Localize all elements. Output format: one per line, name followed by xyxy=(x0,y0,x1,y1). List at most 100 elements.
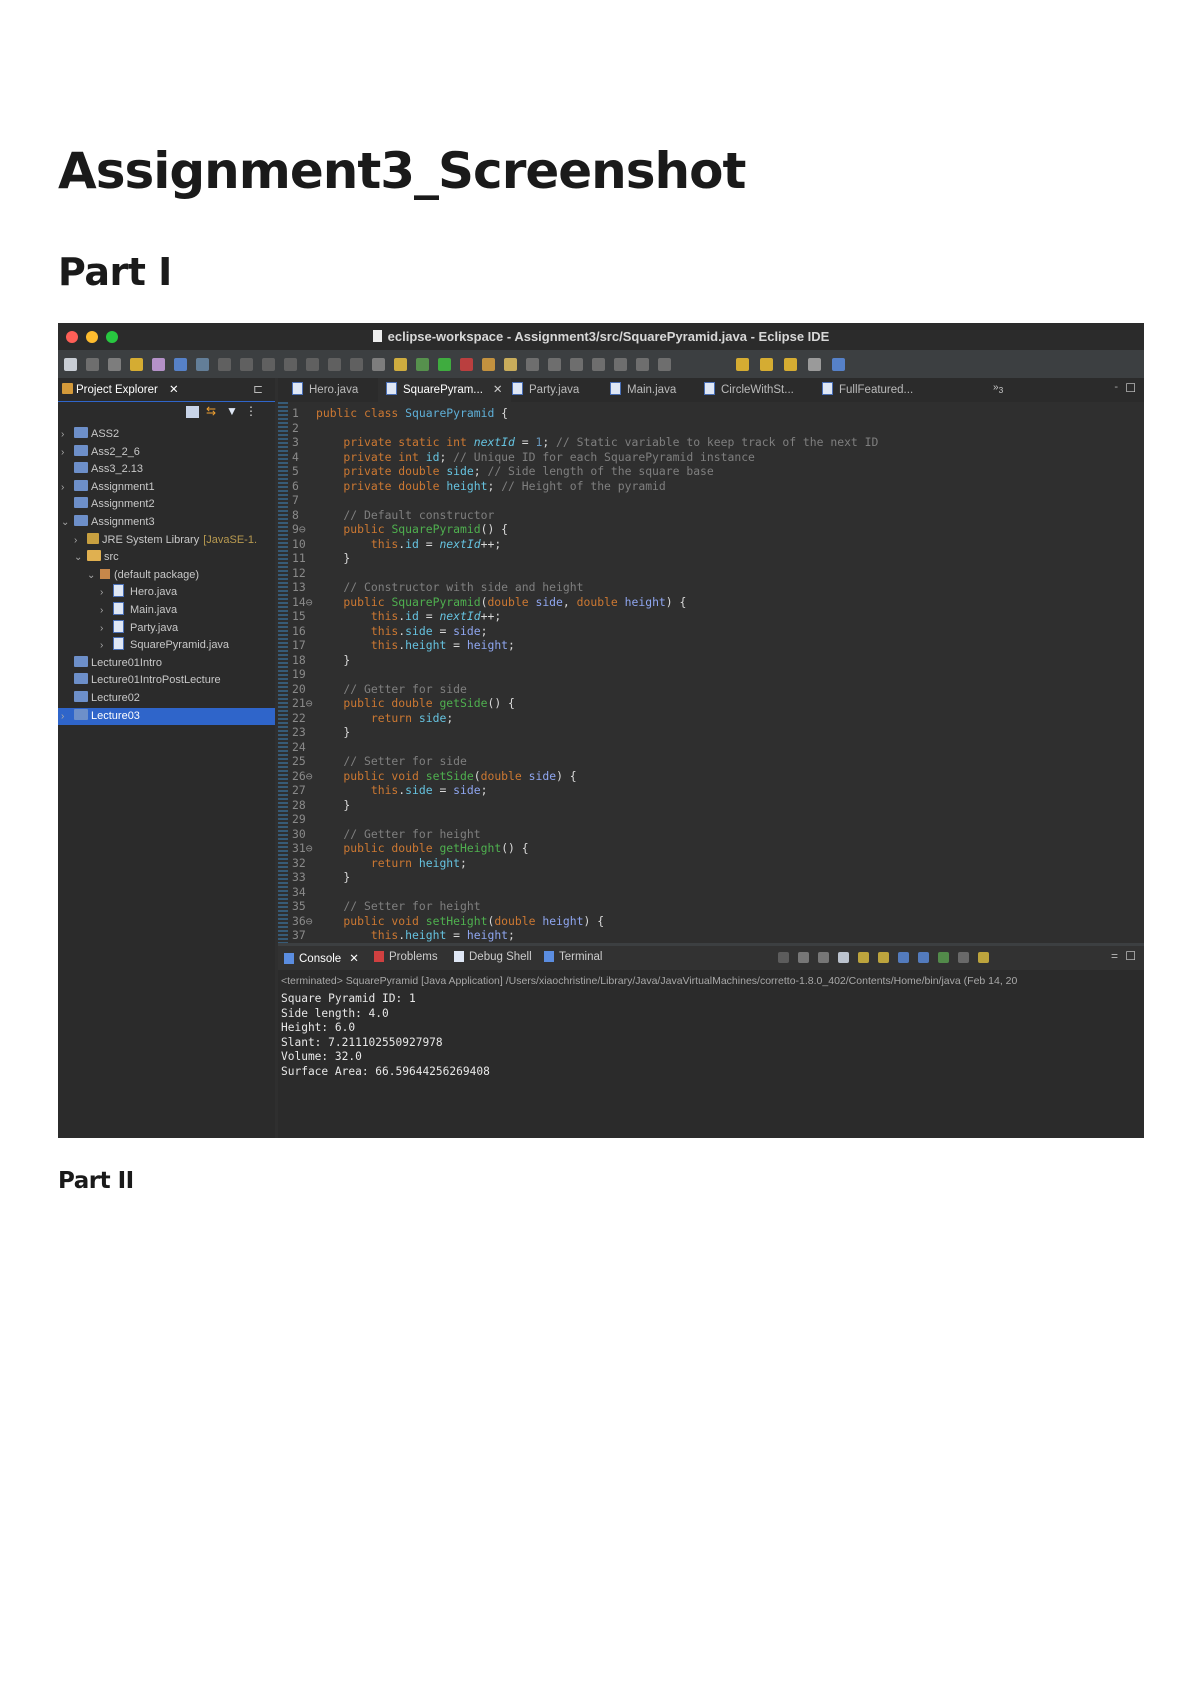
search-icon[interactable] xyxy=(504,358,517,371)
tree-item[interactable]: Lecture01Intro xyxy=(58,655,275,672)
collapse-all-icon[interactable] xyxy=(186,406,199,418)
editor-tab[interactable]: CircleWithSt... xyxy=(696,378,802,402)
tree-item[interactable]: › SquarePyramid.java xyxy=(58,637,275,654)
pin-icon[interactable] xyxy=(658,358,671,371)
show-stderr-icon[interactable] xyxy=(898,952,909,963)
tree-item[interactable]: Lecture02 xyxy=(58,690,275,707)
chevron-down-icon[interactable]: ⌄ xyxy=(74,549,82,566)
toggle-mark-icon[interactable] xyxy=(548,358,561,371)
chevron-right-icon[interactable]: › xyxy=(100,602,103,619)
tree-item[interactable]: › Ass2_2_6 xyxy=(58,444,275,461)
pin-console-icon[interactable] xyxy=(918,952,929,963)
chevron-down-icon[interactable]: ⌄ xyxy=(87,567,95,584)
back-icon[interactable] xyxy=(784,358,797,371)
tree-item[interactable]: Assignment2 xyxy=(58,496,275,513)
tree-item[interactable]: › Lecture03 xyxy=(58,707,275,725)
chevron-down-icon[interactable]: ⌄ xyxy=(61,514,69,531)
project-folder-icon xyxy=(74,427,88,438)
console-tab-debug-shell[interactable]: Debug Shell xyxy=(454,951,532,963)
tree-item[interactable]: ⌄ src xyxy=(58,549,275,566)
terminate-icon[interactable] xyxy=(262,358,275,371)
minimize-editor-icon[interactable]: ‐ xyxy=(1114,381,1118,393)
next-edit-icon[interactable] xyxy=(636,358,649,371)
last-edit-icon[interactable] xyxy=(614,358,627,371)
minimize-console-icon[interactable]: = xyxy=(1111,949,1118,963)
debug-icon[interactable] xyxy=(196,358,209,371)
step-into-icon[interactable] xyxy=(306,358,319,371)
scroll-lock-icon[interactable] xyxy=(838,952,849,963)
filter-icon[interactable]: ▼ xyxy=(226,404,238,418)
more-tabs-indicator[interactable]: »3 xyxy=(993,382,1003,395)
show-stdout-icon[interactable] xyxy=(878,952,889,963)
tree-item[interactable]: › JRE System Library [JavaSE-1. xyxy=(58,532,275,549)
save-all-icon[interactable] xyxy=(108,358,121,371)
forward-icon[interactable] xyxy=(808,358,821,371)
disconnect-icon[interactable] xyxy=(284,358,297,371)
terminate-icon[interactable] xyxy=(778,952,789,963)
console-tab-terminal[interactable]: Terminal xyxy=(544,951,602,963)
print-icon[interactable] xyxy=(174,358,187,371)
open-type-icon[interactable] xyxy=(482,358,495,371)
word-wrap-icon[interactable] xyxy=(858,952,869,963)
remove-launch-icon[interactable] xyxy=(798,952,809,963)
chevron-right-icon[interactable]: › xyxy=(100,620,103,637)
tab-project-explorer[interactable]: Project Explorer ✕ xyxy=(62,378,179,402)
code-editor[interactable]: 1 public class SquarePyramid {2 3 private … xyxy=(278,402,1144,943)
step-return-icon[interactable] xyxy=(350,358,363,371)
undo-icon[interactable] xyxy=(130,358,143,371)
tree-item[interactable]: › ASS2 xyxy=(58,426,275,443)
next-annotation-icon[interactable] xyxy=(592,358,605,371)
step-over-icon[interactable] xyxy=(328,358,341,371)
forward-history-icon[interactable] xyxy=(760,358,773,371)
chevron-right-icon[interactable]: › xyxy=(100,637,103,654)
run-icon[interactable] xyxy=(438,358,451,371)
view-menu-icon[interactable]: ⋮ xyxy=(245,404,257,418)
console-tab-problems[interactable]: Problems xyxy=(374,951,438,963)
chevron-right-icon[interactable]: › xyxy=(61,426,64,443)
editor-tab[interactable]: SquarePyram... ✕ xyxy=(378,378,511,402)
editor-tab[interactable]: Hero.java xyxy=(284,378,366,402)
redo-icon[interactable] xyxy=(152,358,165,371)
chevron-right-icon[interactable]: › xyxy=(61,444,64,461)
use-step-filters-icon[interactable] xyxy=(394,358,407,371)
remove-all-icon[interactable] xyxy=(818,952,829,963)
debug-run-icon[interactable] xyxy=(416,358,429,371)
close-icon[interactable]: ✕ xyxy=(169,384,179,396)
chevron-right-icon[interactable]: › xyxy=(61,479,64,496)
tree-item[interactable]: Lecture01IntroPostLecture xyxy=(58,672,275,689)
tree-item[interactable]: › Party.java xyxy=(58,619,275,637)
chevron-right-icon[interactable]: › xyxy=(100,584,103,601)
editor-tab[interactable]: FullFeatured... xyxy=(814,378,921,402)
console-tab-console[interactable]: Console ✕ xyxy=(284,951,359,965)
close-tab-icon[interactable]: ✕ xyxy=(493,384,503,396)
suspend-icon[interactable] xyxy=(240,358,253,371)
tree-item[interactable]: › Hero.java xyxy=(58,584,275,601)
close-icon[interactable]: ✕ xyxy=(349,953,359,965)
back-history-icon[interactable] xyxy=(736,358,749,371)
prev-annotation-icon[interactable] xyxy=(570,358,583,371)
resume-icon[interactable] xyxy=(218,358,231,371)
minimize-view-icon[interactable]: ⊏ xyxy=(253,382,263,396)
task-icon[interactable] xyxy=(526,358,539,371)
tree-item[interactable]: ⌄ (default package) xyxy=(58,567,275,584)
new-console-icon[interactable] xyxy=(978,952,989,963)
link-editor-icon[interactable]: ⇆ xyxy=(206,404,216,418)
coverage-icon[interactable] xyxy=(460,358,473,371)
editor-tab[interactable]: Main.java xyxy=(602,378,684,402)
open-perspective-icon[interactable] xyxy=(832,358,845,371)
open-console-icon[interactable] xyxy=(958,952,969,963)
tree-item[interactable]: Ass3_2.13 xyxy=(58,461,275,478)
new-icon[interactable] xyxy=(64,358,77,371)
display-selected-icon[interactable] xyxy=(938,952,949,963)
editor-tab[interactable]: Party.java xyxy=(504,378,587,402)
maximize-console-icon[interactable]: ☐ xyxy=(1125,949,1136,963)
maximize-editor-icon[interactable]: ☐ xyxy=(1125,381,1136,395)
chevron-right-icon[interactable]: › xyxy=(74,532,77,549)
tree-item[interactable]: › Assignment1 xyxy=(58,479,275,496)
code-token: = xyxy=(418,609,440,623)
chevron-right-icon[interactable]: › xyxy=(61,708,64,725)
tree-item[interactable]: ⌄ Assignment3 xyxy=(58,514,275,531)
drop-frame-icon[interactable] xyxy=(372,358,385,371)
save-icon[interactable] xyxy=(86,358,99,371)
tree-item[interactable]: › Main.java xyxy=(58,602,275,619)
